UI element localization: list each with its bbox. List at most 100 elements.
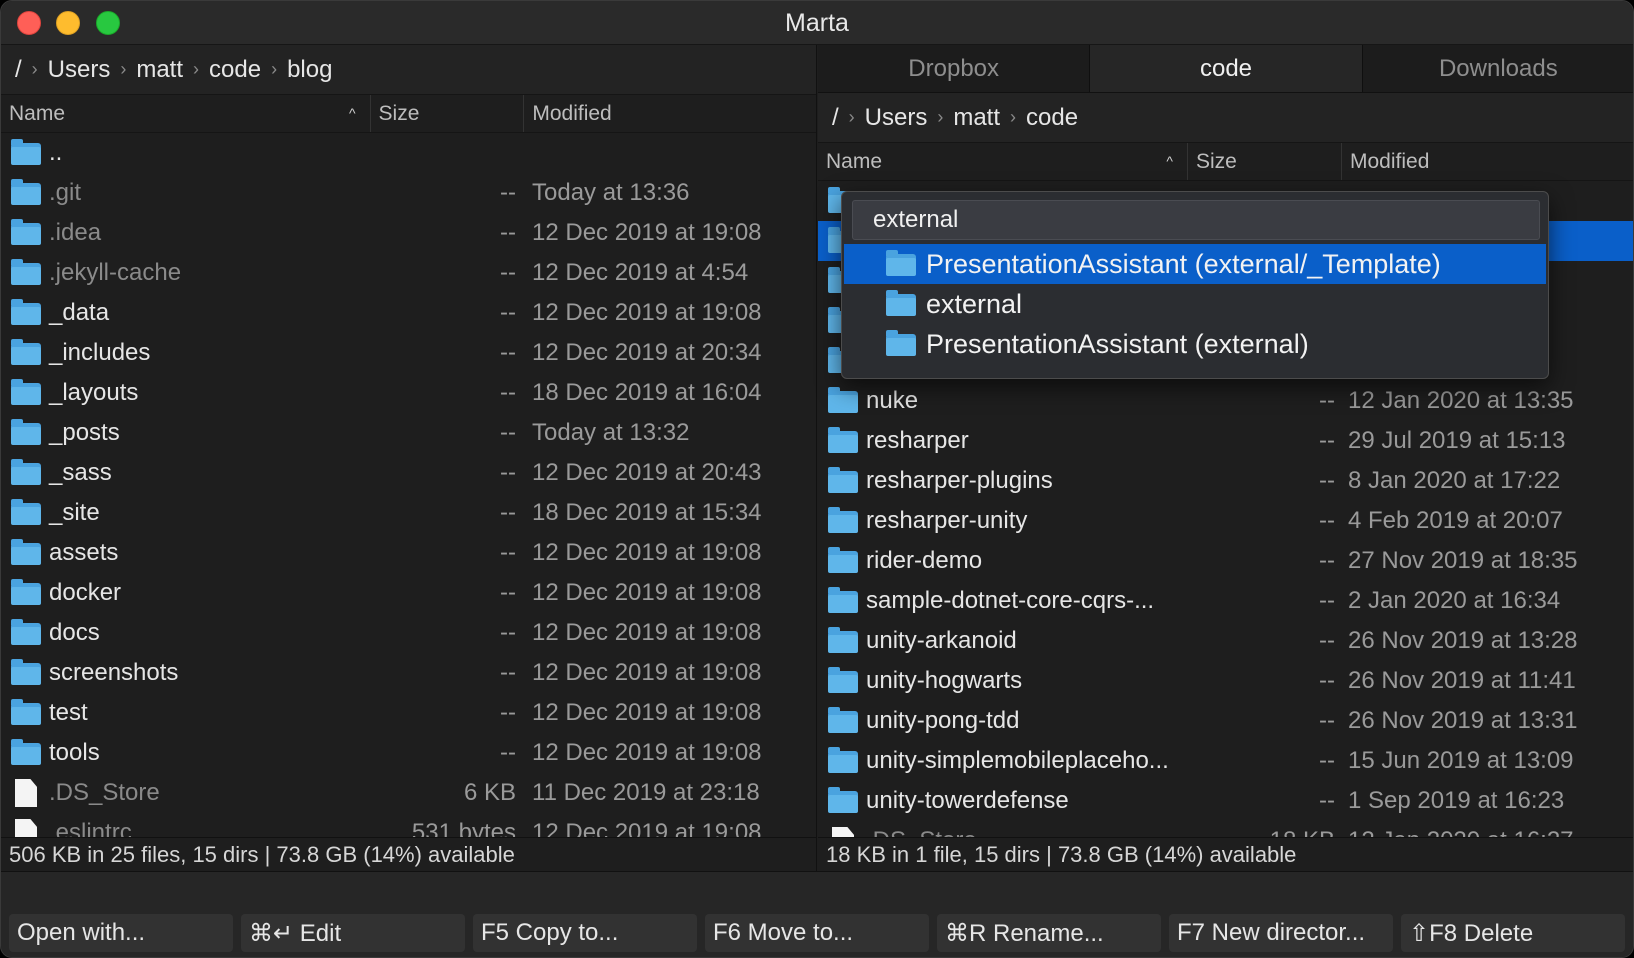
status-text: 506 KB in 25 files, 15 dirs | 73.8 GB (1…: [9, 841, 515, 867]
file-row[interactable]: unity-pong-tdd -- 26 Nov 2019 at 13:31: [818, 701, 1633, 741]
file-name: ..: [49, 139, 63, 166]
file-row[interactable]: tools -- 12 Dec 2019 at 19:08: [1, 733, 816, 773]
file-row[interactable]: .DS_Store 6 KB 11 Dec 2019 at 23:18: [1, 773, 816, 813]
new-directory-button[interactable]: F7 New director...: [1169, 914, 1393, 952]
file-name: rider-demo: [866, 547, 983, 574]
folder-icon: [828, 387, 858, 413]
move-to-button[interactable]: F6 Move to...: [705, 914, 929, 952]
action-bar: Open with... ⌘↵ Edit F5 Copy to... F6 Move …: [1, 871, 1633, 957]
file-row[interactable]: sample-dotnet-core-cqrs-... -- 2 Jan 2020 …: [818, 581, 1633, 621]
file-row[interactable]: resharper -- 29 Jul 2019 at 15:13: [818, 421, 1633, 461]
file-size: --: [500, 539, 516, 566]
breadcrumb-segment[interactable]: code: [1026, 104, 1078, 132]
column-name-label: Name: [826, 149, 883, 173]
file-size: --: [500, 619, 516, 646]
folder-icon: [11, 459, 41, 485]
column-modified-header[interactable]: Modified: [1342, 143, 1633, 180]
file-modified: 12 Dec 2019 at 19:08: [532, 219, 762, 246]
file-name: _data: [49, 299, 110, 326]
folder-icon: [828, 627, 858, 653]
file-row[interactable]: unity-simplemobileplaceho... -- 15 Jun 201…: [818, 741, 1633, 781]
column-name-header[interactable]: Name ^: [818, 143, 1188, 180]
breadcrumb-segment[interactable]: Users: [48, 56, 111, 84]
delete-button[interactable]: ⇧F8 Delete: [1401, 914, 1625, 952]
file-row[interactable]: _includes -- 12 Dec 2019 at 20:34: [1, 333, 816, 373]
breadcrumb-segment[interactable]: code: [209, 56, 261, 84]
file-row[interactable]: unity-towerdefense -- 1 Sep 2019 at 16:23: [818, 781, 1633, 821]
breadcrumb-segment[interactable]: /: [832, 104, 839, 132]
right-pane[interactable]: Dropbox code Downloads / › Users › matt › code N…: [818, 45, 1633, 871]
file-size: --: [1319, 547, 1335, 574]
open-with-button[interactable]: Open with...: [9, 914, 233, 952]
file-modified: 18 Dec 2019 at 16:04: [532, 379, 762, 406]
file-modified: 12 Dec 2019 at 20:43: [532, 459, 762, 486]
file-row[interactable]: unity-arkanoid -- 26 Nov 2019 at 13:28: [818, 621, 1633, 661]
tab-code[interactable]: code: [1090, 45, 1363, 92]
breadcrumb-segment[interactable]: blog: [287, 56, 332, 84]
jump-result-item[interactable]: PresentationAssistant (external/_Templat…: [844, 244, 1546, 284]
file-row[interactable]: screenshots -- 12 Dec 2019 at 19:08: [1, 653, 816, 693]
file-row[interactable]: _sass -- 12 Dec 2019 at 20:43: [1, 453, 816, 493]
file-row[interactable]: .idea -- 12 Dec 2019 at 19:08: [1, 213, 816, 253]
file-row[interactable]: .jekyll-cache -- 12 Dec 2019 at 4:54: [1, 253, 816, 293]
file-row[interactable]: test -- 12 Dec 2019 at 19:08: [1, 693, 816, 733]
column-size-header[interactable]: Size: [1188, 143, 1342, 180]
file-name: unity-pong-tdd: [866, 707, 1020, 734]
file-row[interactable]: _posts -- Today at 13:32: [1, 413, 816, 453]
file-name: docs: [49, 619, 100, 646]
breadcrumb-segment[interactable]: matt: [953, 104, 1000, 132]
file-row[interactable]: unity-hogwarts -- 26 Nov 2019 at 11:41: [818, 661, 1633, 701]
jump-search-input[interactable]: external: [852, 200, 1540, 240]
file-row[interactable]: assets -- 12 Dec 2019 at 19:08: [1, 533, 816, 573]
file-list[interactable]: .. .git -- Today at 13:36 .idea -- 12 Dec 2019…: [1, 133, 816, 853]
column-name-header[interactable]: Name ^: [1, 95, 371, 132]
copy-to-button[interactable]: F5 Copy to...: [473, 914, 697, 952]
jump-search-value: external: [873, 206, 959, 233]
breadcrumb-segment[interactable]: Users: [865, 104, 928, 132]
file-size: --: [500, 699, 516, 726]
jump-popup[interactable]: external PresentationAssistant (external…: [841, 191, 1549, 379]
rename-button[interactable]: ⌘R Rename...: [937, 914, 1161, 952]
file-modified: 12 Dec 2019 at 19:08: [532, 699, 762, 726]
folder-icon: [828, 747, 858, 773]
file-row[interactable]: _data -- 12 Dec 2019 at 19:08: [1, 293, 816, 333]
file-size: --: [1319, 427, 1335, 454]
jump-result-item[interactable]: PresentationAssistant (external): [844, 324, 1546, 364]
edit-button[interactable]: ⌘↵ Edit: [241, 914, 465, 952]
breadcrumb-segment[interactable]: matt: [136, 56, 183, 84]
breadcrumb-segment[interactable]: /: [15, 56, 22, 84]
file-modified: 11 Dec 2019 at 23:18: [532, 779, 760, 806]
window-title: Marta: [785, 9, 849, 37]
tab-dropbox[interactable]: Dropbox: [818, 45, 1091, 92]
left-pane[interactable]: / › Users › matt › code › blog Name ^ Size Modif…: [1, 45, 817, 871]
column-size-header[interactable]: Size: [371, 95, 525, 132]
column-size-label: Size: [1196, 149, 1237, 173]
file-modified: 12 Dec 2019 at 19:08: [532, 739, 762, 766]
folder-icon: [11, 699, 41, 725]
file-row[interactable]: docs -- 12 Dec 2019 at 19:08: [1, 613, 816, 653]
file-row[interactable]: ..: [1, 133, 816, 173]
folder-icon: [11, 619, 41, 645]
jump-result-item[interactable]: external: [844, 284, 1546, 324]
folder-icon: [11, 499, 41, 525]
file-size: --: [500, 499, 516, 526]
folder-icon: [828, 507, 858, 533]
file-row[interactable]: nuke -- 12 Jan 2020 at 13:35: [818, 381, 1633, 421]
file-modified: 12 Dec 2019 at 19:08: [532, 539, 762, 566]
file-modified: Today at 13:36: [532, 179, 690, 206]
sort-ascending-icon: ^: [1166, 153, 1173, 169]
file-row[interactable]: resharper-plugins -- 8 Jan 2020 at 17:22: [818, 461, 1633, 501]
file-row[interactable]: rider-demo -- 27 Nov 2019 at 18:35: [818, 541, 1633, 581]
tab-downloads[interactable]: Downloads: [1362, 45, 1633, 92]
column-modified-header[interactable]: Modified: [524, 95, 816, 132]
file-row[interactable]: _site -- 18 Dec 2019 at 15:34: [1, 493, 816, 533]
file-row[interactable]: resharper-unity -- 4 Feb 2019 at 20:07: [818, 501, 1633, 541]
file-row[interactable]: _layouts -- 18 Dec 2019 at 16:04: [1, 373, 816, 413]
file-modified: 18 Dec 2019 at 15:34: [532, 499, 762, 526]
file-row[interactable]: docker -- 12 Dec 2019 at 19:08: [1, 573, 816, 613]
file-name: resharper-plugins: [866, 467, 1053, 494]
file-row[interactable]: .git -- Today at 13:36: [1, 173, 816, 213]
file-name: unity-simplemobileplaceho...: [866, 747, 1169, 774]
file-size: --: [500, 219, 516, 246]
folder-icon: [886, 330, 916, 356]
